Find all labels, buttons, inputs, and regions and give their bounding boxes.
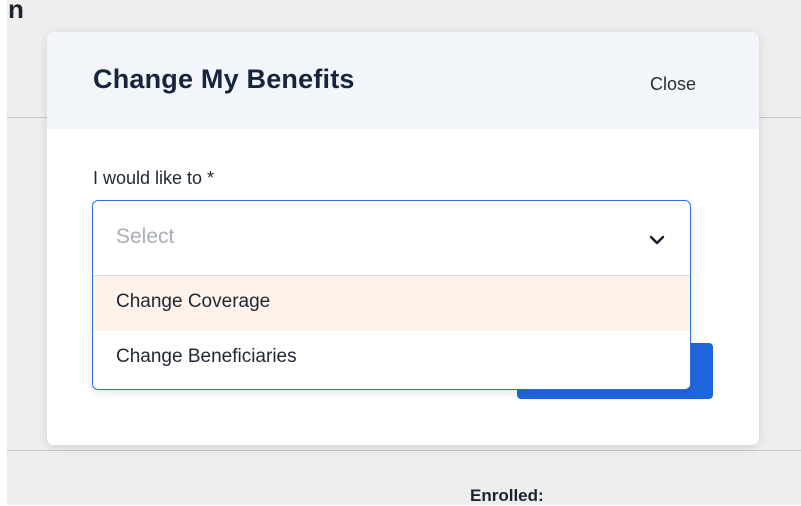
option-change-coverage[interactable]: Change Coverage (93, 276, 690, 331)
option-label: Change Beneficiaries (116, 346, 297, 367)
option-change-beneficiaries[interactable]: Change Beneficiaries (93, 331, 690, 386)
benefit-action-select[interactable]: Select Change Coverage Change Beneficiar… (92, 200, 691, 390)
close-button[interactable]: Close (650, 74, 696, 95)
field-label: I would like to * (93, 168, 215, 188)
modal-header: Change My Benefits Close (47, 32, 759, 129)
page-left-edge (0, 0, 7, 505)
background-divider (7, 450, 801, 451)
select-control[interactable]: Select (93, 201, 690, 275)
modal-title: Change My Benefits (93, 64, 355, 94)
enrolled-label: Enrolled: (470, 486, 544, 505)
chevron-down-icon[interactable] (646, 229, 668, 251)
background-heading: n (8, 0, 24, 24)
select-placeholder: Select (116, 225, 175, 248)
option-label: Change Coverage (116, 291, 271, 312)
